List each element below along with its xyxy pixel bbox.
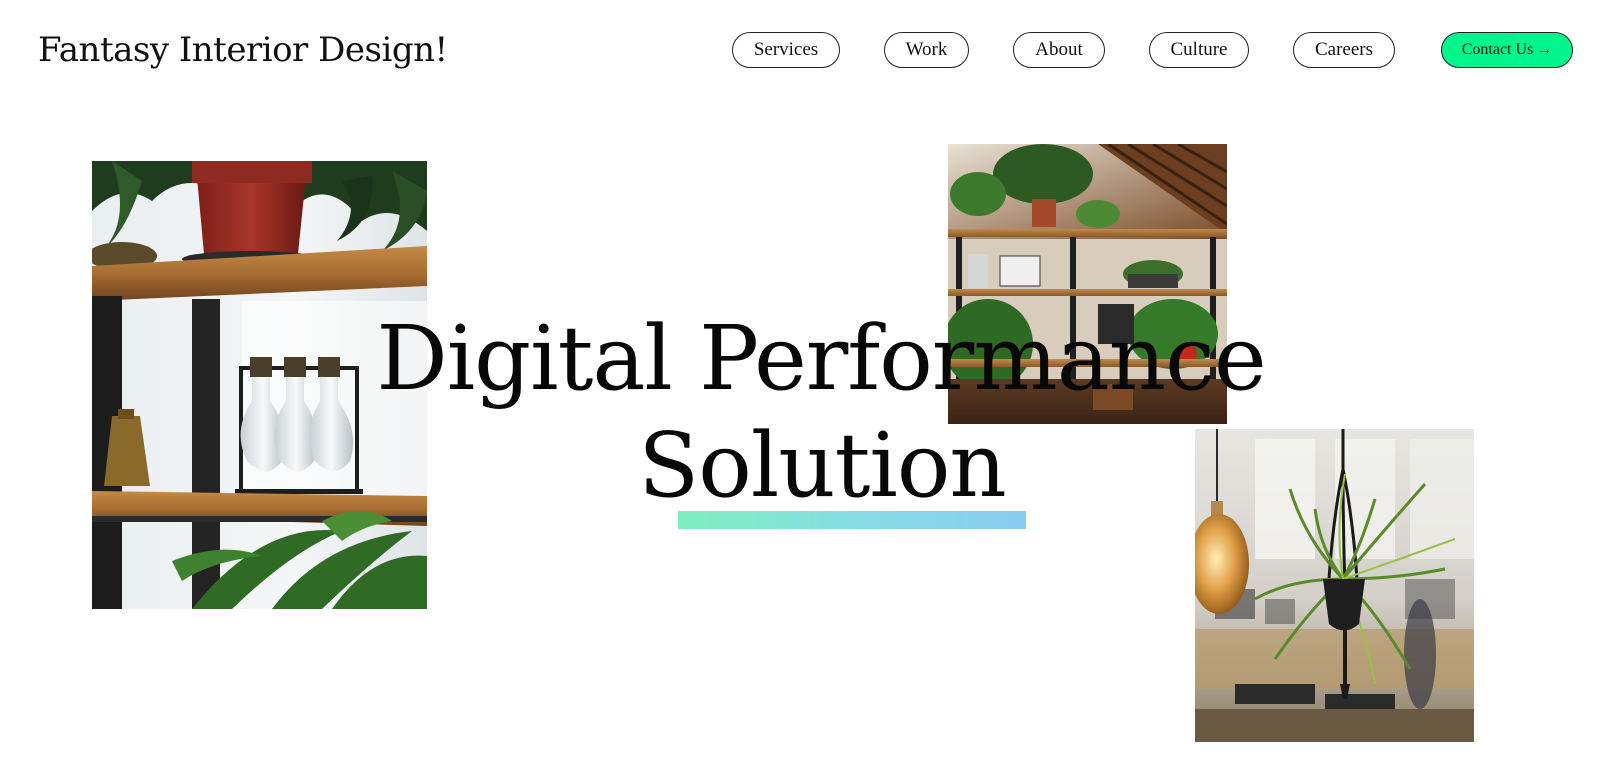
brand-logo[interactable]: Fantasy Interior Design!: [38, 28, 448, 72]
contact-us-button[interactable]: Contact Us →: [1441, 32, 1573, 68]
hero-headline-line1: Digital Performance: [376, 306, 1266, 410]
nav-careers[interactable]: Careers: [1293, 32, 1395, 68]
nav-services[interactable]: Services: [732, 32, 840, 68]
hero-headline-line2: Solution: [638, 413, 1006, 517]
nav-label: Careers: [1314, 39, 1374, 60]
contact-label: Contact Us: [1461, 41, 1534, 58]
page: Fantasy Interior Design! Services Work A…: [0, 0, 1600, 766]
arrow-right-icon: →: [1536, 41, 1553, 58]
nav-work[interactable]: Work: [884, 32, 969, 68]
nav-label: Work: [905, 39, 948, 60]
nav-culture[interactable]: Culture: [1149, 32, 1249, 68]
nav-label: Culture: [1170, 39, 1228, 60]
nav-label: About: [1035, 39, 1083, 60]
nav-about[interactable]: About: [1013, 32, 1105, 68]
nav-label: Services: [753, 39, 819, 60]
